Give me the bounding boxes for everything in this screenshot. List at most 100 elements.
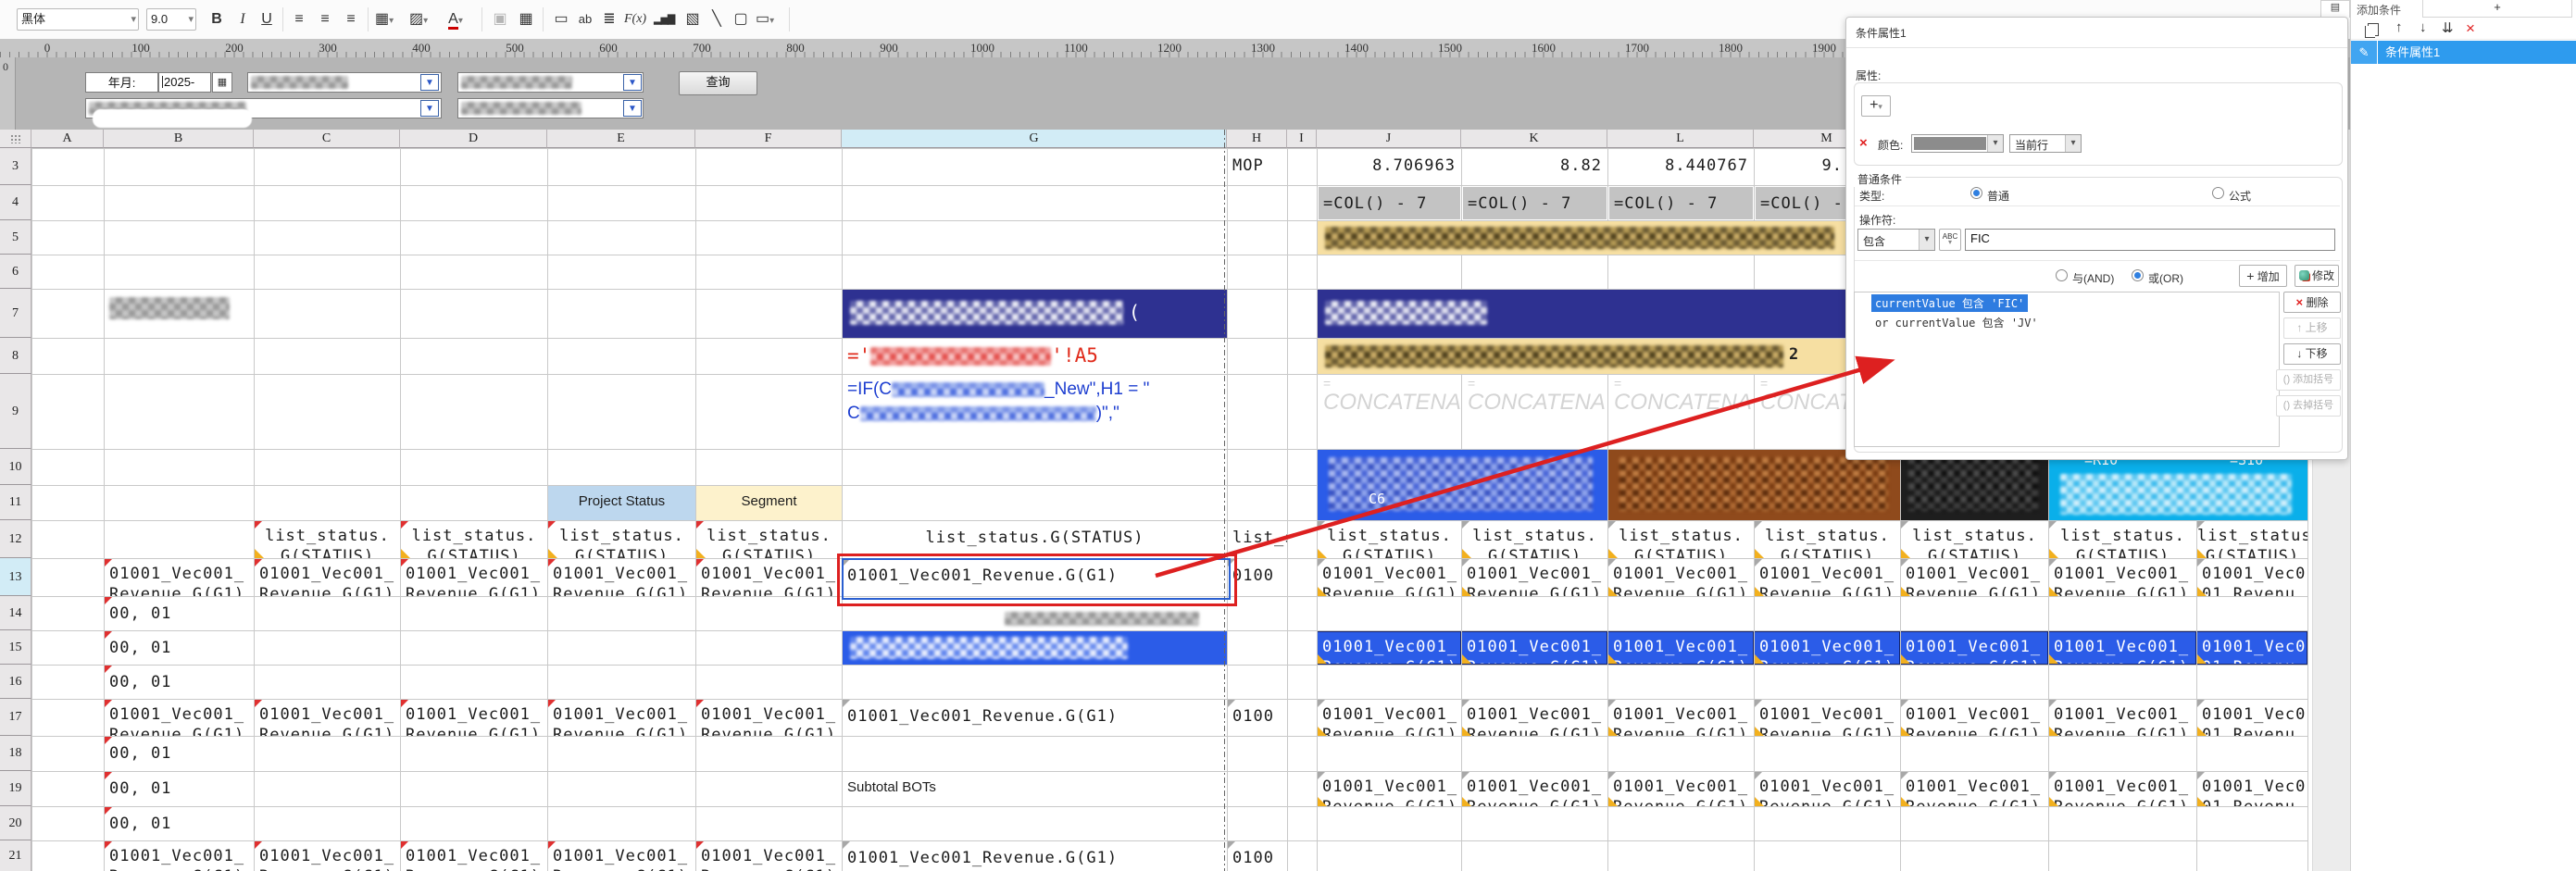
cell-O12[interactable]: list_status. G(STATUS) — [2049, 521, 2196, 558]
cell-K4[interactable]: =COL() - 7 — [1463, 187, 1607, 219]
colored-band[interactable]: ( — [843, 290, 1227, 338]
cell-N12[interactable]: list_status. G(STATUS) — [1901, 521, 2048, 558]
column-header-I[interactable]: I — [1287, 130, 1317, 148]
cell-P12[interactable]: list_status. G(STATUS) — [2197, 521, 2307, 558]
cell-J13[interactable]: 01001_Vec001_Revenue.G(G1) — [1318, 559, 1461, 596]
cell-H17[interactable]: 0100 — [1228, 700, 1287, 736]
cell-K9[interactable]: =CONCATENA — [1462, 375, 1607, 449]
cell-G12[interactable]: list_status.G(STATUS) — [843, 521, 1227, 558]
cell-E13[interactable]: 01001_Vec001_Revenue.G(G1) — [548, 559, 695, 596]
row-header-6[interactable]: 6 — [0, 255, 31, 289]
cell-N19[interactable]: 01001_Vec001_Revenue.G(G1) — [1901, 772, 2048, 806]
bold-button[interactable]: B — [207, 8, 226, 31]
condition-expression[interactable]: or currentValue 包含 'JV' — [1871, 314, 2042, 331]
cell-L12[interactable]: list_status. G(STATUS) — [1608, 521, 1754, 558]
add-condition-button[interactable]: + 增加 — [2239, 265, 2287, 287]
move-down-button[interactable]: ↓ 下移 — [2283, 343, 2341, 365]
condition-value-input[interactable]: FIC — [1965, 229, 2335, 251]
cell-G21[interactable]: 01001_Vec001_Revenue.G(G1) — [843, 841, 1227, 871]
cell-K13[interactable]: 01001_Vec001_Revenue.G(G1) — [1462, 559, 1607, 596]
cell-H12[interactable]: list_status. — [1228, 521, 1287, 558]
sort-down-icon[interactable]: ⇊ — [2442, 19, 2454, 36]
colored-band[interactable] — [1318, 221, 1900, 255]
cell-H3[interactable]: MOP — [1228, 149, 1287, 185]
row-header-5[interactable]: 5 — [0, 220, 31, 255]
cell-B20[interactable]: 00, 01 — [105, 807, 254, 840]
row-header-10[interactable]: 10 — [0, 449, 31, 485]
cell-B7[interactable] — [105, 290, 254, 338]
filter-funnel-button[interactable]: ▼ — [420, 74, 439, 91]
row-header-14[interactable]: 14 — [0, 596, 31, 630]
colored-band[interactable]: =R10=S10 — [2049, 450, 2307, 520]
cell-D13[interactable]: 01001_Vec001_Revenue.G(G1) — [401, 559, 547, 596]
calendar-button[interactable]: ▦ — [212, 72, 232, 93]
color-picker-dropdown[interactable]: ▾ — [1911, 134, 2004, 153]
cell-N13[interactable]: 01001_Vec001_Revenue.G(G1) — [1901, 559, 2048, 596]
cell-J12[interactable]: list_status. G(STATUS) — [1318, 521, 1461, 558]
row-header-19[interactable]: 19 — [0, 771, 31, 806]
condition-expression[interactable]: currentValue 包含 'FIC' — [1871, 294, 2028, 312]
cell-E21[interactable]: 01001_Vec001_Revenue.G(G1) — [548, 841, 695, 871]
cell-J3[interactable]: 8.706963 — [1318, 149, 1461, 185]
filter-combo-4[interactable] — [457, 98, 644, 118]
cell-B14[interactable]: 00, 01 — [105, 597, 254, 630]
lines-button[interactable]: ≣ — [600, 8, 619, 31]
colored-band[interactable] — [843, 631, 1227, 665]
function-button[interactable]: F(x) — [624, 8, 646, 31]
row-header-17[interactable]: 17 — [0, 699, 31, 736]
cell-O15[interactable]: 01001_Vec001_Revenue.G(G1) — [2049, 631, 2196, 665]
row-header-18[interactable]: 18 — [0, 736, 31, 771]
filter-funnel-button[interactable]: ▼ — [623, 100, 642, 117]
add-condition-tab[interactable]: + — [2422, 0, 2572, 18]
column-header-L[interactable]: L — [1607, 130, 1754, 148]
table-grid-button[interactable]: ▦ — [517, 8, 535, 31]
colored-band[interactable]: C6 — [1318, 450, 1607, 520]
delete-condition-button[interactable]: × 删除 — [2283, 292, 2341, 313]
cell-G8[interactable]: =''!A5 — [843, 339, 1227, 374]
or-radio[interactable] — [2132, 269, 2144, 281]
align-left-button[interactable]: ≡ — [290, 8, 308, 31]
cell-D12[interactable]: list_status. G(STATUS) — [401, 521, 547, 558]
chart-icon[interactable]: ▂▅▇ — [654, 8, 674, 31]
cell-L17[interactable]: 01001_Vec001_Revenue.G(G1) — [1608, 700, 1754, 736]
cell-B18[interactable]: 00, 01 — [105, 737, 254, 771]
column-header-H[interactable]: H — [1227, 130, 1287, 148]
row-header-12[interactable]: 12 — [0, 520, 31, 558]
row-header-21[interactable]: 21 — [0, 840, 31, 871]
row-header-3[interactable]: 3 — [0, 148, 31, 185]
cell-M15[interactable]: 01001_Vec001_Revenue.G(G1) — [1755, 631, 1900, 665]
cell-L9[interactable]: =CONCATENA — [1608, 375, 1754, 449]
fill-color-button[interactable]: ▨▾ — [409, 8, 428, 31]
cell-J9[interactable]: =CONCATENA — [1318, 375, 1461, 449]
column-header-C[interactable]: C — [254, 130, 400, 148]
row-header-13[interactable]: 13 — [0, 558, 31, 596]
and-radio[interactable] — [2056, 269, 2068, 281]
filter-funnel-button[interactable]: ▼ — [623, 74, 642, 91]
type-normal-radio[interactable] — [1970, 187, 1982, 199]
cell-P17[interactable]: 01001_Vec001_Revenue.G(G1) — [2197, 700, 2307, 736]
cell-G19[interactable]: Subtotal BOTs — [843, 772, 1227, 806]
row-header-11[interactable]: 11 — [0, 485, 31, 520]
remove-attribute-icon[interactable]: × — [1859, 135, 1868, 151]
cell-K15[interactable]: 01001_Vec001_Revenue.G(G1) — [1462, 631, 1607, 665]
add-brackets-button[interactable]: () 添加括号 — [2276, 369, 2341, 391]
cell-L4[interactable]: =COL() - 7 — [1609, 187, 1753, 219]
cell-B13[interactable]: 01001_Vec001_Revenue.G(G1) — [105, 559, 254, 596]
filter-combo-1[interactable] — [247, 72, 442, 93]
align-center-button[interactable]: ≡ — [316, 8, 334, 31]
cell-F11[interactable]: Segment — [696, 486, 842, 520]
row-header-8[interactable]: 8 — [0, 338, 31, 374]
scope-dropdown[interactable]: 当前行▾ — [2009, 134, 2082, 153]
cell-C13[interactable]: 01001_Vec001_Revenue.G(G1) — [255, 559, 400, 596]
remove-brackets-button[interactable]: () 去掉括号 — [2276, 395, 2341, 417]
column-header-B[interactable]: B — [104, 130, 254, 148]
cell-H21[interactable]: 0100 — [1228, 841, 1287, 871]
row-header-15[interactable]: 15 — [0, 630, 31, 665]
column-header-A[interactable]: A — [31, 130, 104, 148]
match-mode-button[interactable]: ABC▾ — [1939, 229, 1961, 251]
modify-condition-button[interactable]: 修改 — [2295, 265, 2339, 287]
cell-N15[interactable]: 01001_Vec001_Revenue.G(G1) — [1901, 631, 2048, 665]
underline-button[interactable]: U — [257, 8, 276, 31]
cell-D17[interactable]: 01001_Vec001_Revenue.G(G1) — [401, 700, 547, 736]
cell-F12[interactable]: list_status. G(STATUS) — [696, 521, 842, 558]
